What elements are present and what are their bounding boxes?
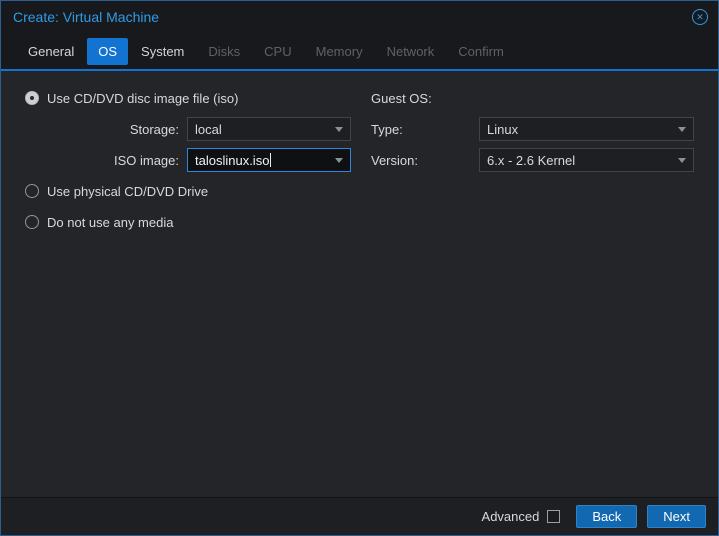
iso-image-label: ISO image: [113, 152, 179, 168]
advanced-label: Advanced [481, 509, 540, 524]
guest-os-version-row: Version: 6.x - 2.6 Kernel [371, 147, 694, 173]
guest-os-version-value: 6.x - 2.6 Kernel [487, 152, 576, 168]
titlebar: Create: Virtual Machine ✕ [1, 1, 718, 33]
radio-use-iso-label: Use CD/DVD disc image file (iso) [47, 90, 239, 106]
tab-disks: Disks [208, 43, 241, 59]
tab-network: Network [386, 43, 435, 59]
guest-os-type-label: Type: [371, 121, 403, 137]
chevron-down-icon [335, 157, 343, 163]
chevron-down-icon [335, 126, 343, 132]
media-column: Use CD/DVD disc image file (iso) Storage… [25, 85, 371, 497]
tab-confirm: Confirm [458, 43, 504, 59]
guest-os-version-select[interactable]: 6.x - 2.6 Kernel [479, 148, 694, 172]
tab-memory: Memory [315, 43, 363, 59]
guest-os-type-value: Linux [487, 121, 519, 137]
tab-general[interactable]: General [17, 38, 85, 65]
footer-bar: Advanced Back Next [1, 497, 718, 535]
storage-value: local [195, 121, 222, 137]
storage-select[interactable]: local [187, 117, 351, 141]
guest-os-type-select[interactable]: Linux [479, 117, 694, 141]
chevron-down-icon [678, 126, 686, 132]
iso-image-combo[interactable]: taloslinux.iso [187, 148, 351, 172]
storage-label: Storage: [129, 121, 179, 137]
tab-system[interactable]: System [130, 38, 195, 65]
os-tab-panel: Use CD/DVD disc image file (iso) Storage… [1, 71, 718, 497]
guest-os-version-label: Version: [371, 152, 418, 168]
radio-selected-icon [25, 91, 39, 105]
guest-os-column: Guest OS: Type: Linux Version: 6.x - 2.6… [371, 85, 694, 497]
guest-os-type-row: Type: Linux [371, 116, 694, 142]
back-button[interactable]: Back [576, 505, 638, 528]
next-button[interactable]: Next [647, 505, 706, 528]
text-cursor [270, 153, 272, 167]
iso-image-row: ISO image: taloslinux.iso [25, 147, 371, 173]
window-title: Create: Virtual Machine [13, 9, 160, 25]
radio-use-iso[interactable]: Use CD/DVD disc image file (iso) [25, 85, 371, 111]
tab-os[interactable]: OS [87, 37, 129, 65]
guest-os-header: Guest OS: [371, 90, 432, 106]
radio-no-media-label: Do not use any media [47, 214, 174, 230]
guest-os-header-row: Guest OS: [371, 85, 694, 111]
tab-bar: General OS System Disks CPU Memory Netwo… [1, 33, 718, 71]
radio-no-media[interactable]: Do not use any media [25, 209, 371, 235]
advanced-checkbox[interactable] [547, 510, 561, 523]
close-icon[interactable]: ✕ [692, 9, 708, 25]
tab-cpu: CPU [264, 43, 292, 59]
create-vm-window: Create: Virtual Machine ✕ General OS Sys… [0, 0, 719, 536]
radio-physical-drive[interactable]: Use physical CD/DVD Drive [25, 178, 371, 204]
radio-unselected-icon [25, 215, 39, 229]
iso-image-value: taloslinux.iso [195, 152, 270, 168]
radio-physical-drive-label: Use physical CD/DVD Drive [47, 183, 209, 199]
radio-unselected-icon [25, 184, 39, 198]
chevron-down-icon [678, 157, 686, 163]
storage-row: Storage: local [25, 116, 371, 142]
